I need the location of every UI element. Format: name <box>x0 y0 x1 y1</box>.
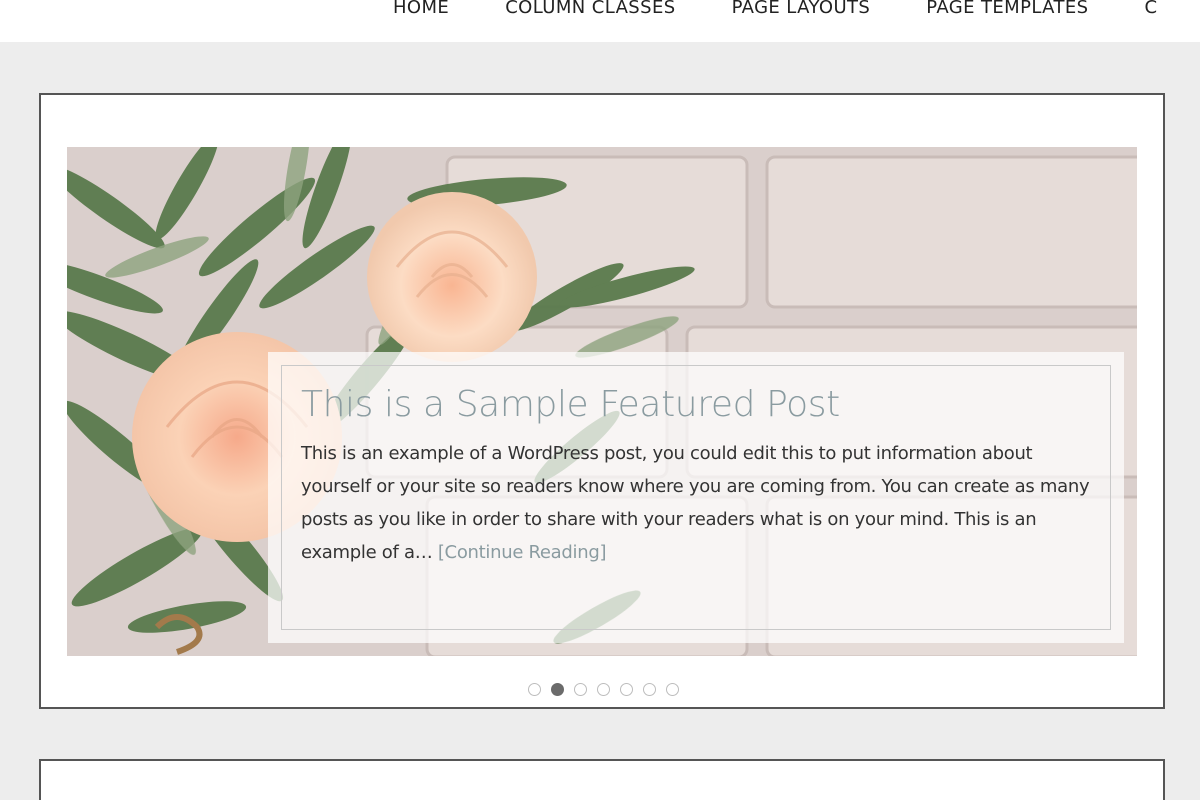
featured-image[interactable]: This is a Sample Featured Post This is a… <box>67 147 1137 656</box>
featured-slider: This is a Sample Featured Post This is a… <box>39 93 1165 709</box>
continue-reading-link[interactable]: [Continue Reading] <box>438 542 607 563</box>
nav-column-classes[interactable]: COLUMN CLASSES <box>505 0 675 18</box>
nav-overflow-item[interactable]: C <box>1145 0 1158 18</box>
main-nav: HOME COLUMN CLASSES PAGE LAYOUTS PAGE TE… <box>393 0 1157 20</box>
post-excerpt: This is an example of a WordPress post, … <box>301 437 1092 569</box>
site-header: HOME COLUMN CLASSES PAGE LAYOUTS PAGE TE… <box>0 0 1200 42</box>
content-card <box>39 759 1165 800</box>
slider-dot-5[interactable] <box>620 682 633 696</box>
slider-dot-6[interactable] <box>643 682 656 696</box>
slider-dot-2[interactable] <box>551 682 564 696</box>
slide-caption: This is a Sample Featured Post This is a… <box>268 352 1124 643</box>
nav-page-templates[interactable]: PAGE TEMPLATES <box>926 0 1088 18</box>
slider-dot-1[interactable] <box>528 682 541 696</box>
slider-dot-7[interactable] <box>666 682 679 696</box>
slider-dot-3[interactable] <box>574 682 587 696</box>
post-title-link[interactable]: This is a Sample Featured Post <box>301 380 1092 430</box>
nav-page-layouts[interactable]: PAGE LAYOUTS <box>732 0 871 18</box>
caption-frame: This is a Sample Featured Post This is a… <box>281 365 1111 630</box>
slider-pagination <box>528 681 689 697</box>
excerpt-text: This is an example of a WordPress post, … <box>301 443 1090 563</box>
slider-dot-4[interactable] <box>597 682 610 696</box>
nav-home[interactable]: HOME <box>393 0 449 18</box>
